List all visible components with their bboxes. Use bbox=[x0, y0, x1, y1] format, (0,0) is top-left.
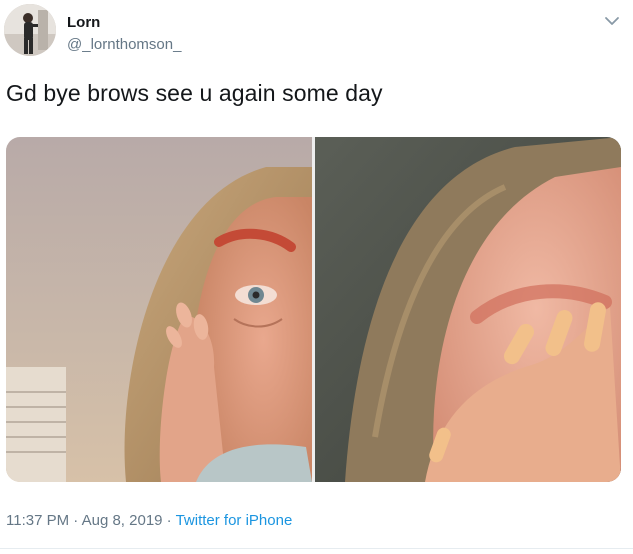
tweet-card: Lorn @_lornthomson_ Gd bye brows see u a… bbox=[0, 0, 633, 554]
tweet-source-link[interactable]: Twitter for iPhone bbox=[176, 512, 293, 529]
display-name[interactable]: Lorn bbox=[67, 14, 100, 31]
photo-left[interactable] bbox=[6, 137, 312, 482]
tweet-text: Gd bye brows see u again some day bbox=[6, 80, 383, 106]
photo-right[interactable] bbox=[315, 137, 621, 482]
tweet-date[interactable]: Aug 8, 2019 bbox=[82, 512, 163, 529]
divider bbox=[0, 548, 633, 549]
tweet-meta: 11:37 PM · Aug 8, 2019 · Twitter for iPh… bbox=[6, 512, 292, 529]
meta-separator: · bbox=[69, 512, 82, 529]
chevron-down-icon[interactable] bbox=[603, 12, 621, 30]
media-grid bbox=[6, 137, 621, 482]
user-handle[interactable]: @_lornthomson_ bbox=[67, 36, 181, 53]
avatar[interactable] bbox=[4, 4, 56, 56]
meta-separator: · bbox=[162, 512, 176, 529]
tweet-time[interactable]: 11:37 PM bbox=[6, 512, 69, 529]
